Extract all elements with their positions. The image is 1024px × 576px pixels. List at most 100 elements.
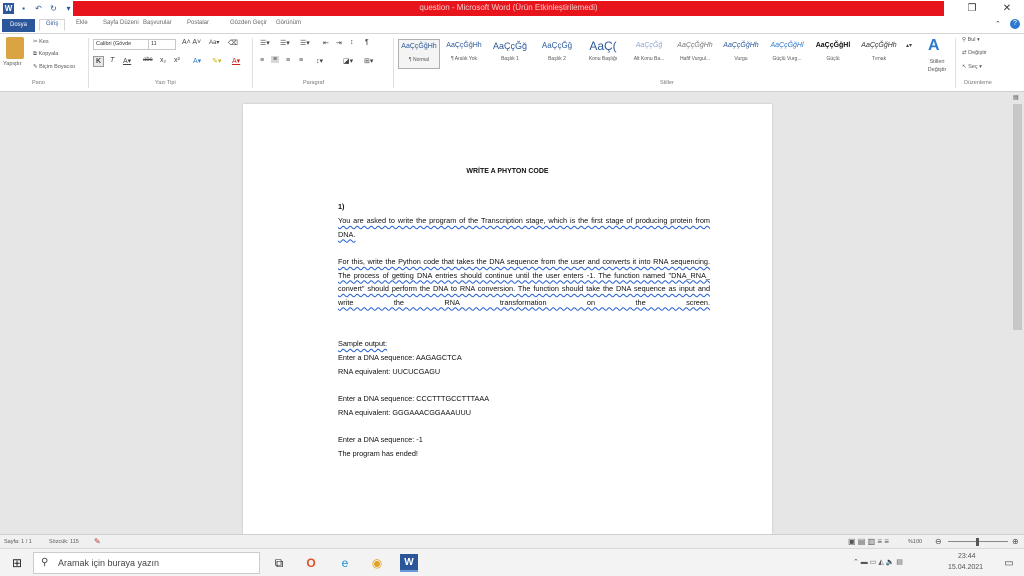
scrollbar-thumb[interactable]	[1013, 104, 1022, 330]
ruler-toggle-icon[interactable]: ▤	[1013, 94, 1019, 101]
notifications-icon[interactable]: ▭	[1000, 554, 1018, 572]
tab-review[interactable]: Gözden Geçir	[230, 20, 267, 32]
help-icon[interactable]: ?	[1010, 19, 1020, 29]
taskbar: ⊞ ⚲ Aramak için buraya yazın ⧉ O e ◉ W ⌃…	[0, 548, 1024, 576]
style-normal[interactable]: AaÇçĞğHh ¶ Normal	[398, 39, 440, 69]
chrome-icon[interactable]: ◉	[368, 554, 386, 572]
sort-icon[interactable]: ↕	[350, 39, 354, 46]
tab-file[interactable]: Dosya	[2, 19, 35, 32]
system-tray-icons[interactable]: ⌃ ▬ ▭ ◭ 🔈 ▤	[853, 558, 903, 566]
tab-references[interactable]: Başvurular	[143, 20, 172, 32]
clock-date[interactable]: 15.04.2021	[948, 564, 983, 571]
line-spacing-icon[interactable]: ↕▾	[316, 57, 323, 65]
superscript-icon[interactable]: x²	[174, 57, 180, 64]
view-buttons[interactable]: ▣ ▤ ▥ ≡ ≡	[848, 537, 889, 546]
style-quote[interactable]: AaÇçĞğHh Tırnak	[858, 39, 900, 69]
group-separator	[393, 38, 394, 88]
cut-button[interactable]: ✂ Kes	[33, 39, 49, 45]
style-emphasis[interactable]: AaÇçĞğHh Vurgu	[720, 39, 762, 69]
zoom-level[interactable]: %100	[908, 539, 922, 545]
office-icon[interactable]: O	[302, 554, 320, 572]
clear-format-icon[interactable]: ⌫	[228, 39, 238, 47]
minimize-ribbon-icon[interactable]: ⌃	[995, 20, 1001, 28]
quick-access-toolbar: W ▪ ↶ ↻ ▾	[3, 2, 74, 15]
edge-icon[interactable]: e	[336, 554, 354, 572]
windows-start-icon[interactable]: ⊞	[8, 554, 26, 572]
borders-icon[interactable]: ⊞▾	[364, 57, 373, 65]
copy-button[interactable]: ⧉ Kopyala	[33, 51, 58, 58]
close-button[interactable]: ✕	[992, 0, 1022, 17]
bullets-icon[interactable]: ☰▾	[260, 39, 270, 47]
decrease-indent-icon[interactable]: ⇤	[323, 39, 329, 47]
zoom-slider-thumb[interactable]	[976, 538, 979, 546]
subscript-icon[interactable]: x₂	[160, 57, 166, 64]
change-case-icon[interactable]: Aa▾	[209, 39, 219, 46]
highlight-icon[interactable]: ✎▾	[212, 57, 221, 65]
restore-button[interactable]: ❐	[957, 0, 987, 17]
document-page[interactable]: WRİTE A PHYTON CODE 1) You are asked to …	[243, 104, 772, 534]
numbering-icon[interactable]: ☰▾	[280, 39, 290, 47]
sample-line-4: RNA equivalent: GGGAAACGGAAAUUU	[338, 408, 472, 417]
paste-icon[interactable]	[6, 37, 24, 59]
font-color-icon[interactable]: A▾	[232, 57, 240, 65]
align-center-icon[interactable]: ≡	[286, 57, 290, 64]
pilcrow-icon[interactable]: ¶	[365, 39, 369, 46]
find-button[interactable]: ⚲ Bul ▾	[962, 37, 980, 43]
bold-icon[interactable]: K	[93, 56, 104, 67]
font-size-select[interactable]: 11	[148, 39, 176, 50]
grow-font-icon[interactable]: A˄ A˅	[182, 39, 201, 46]
style-intense-emphasis[interactable]: AaÇçĞğHl Güçlü Vurg...	[766, 39, 808, 69]
align-justify-icon[interactable]: ≡	[271, 56, 280, 63]
underline-icon[interactable]: A▾	[123, 57, 131, 65]
style-subtle-emphasis[interactable]: AaÇçĞğHh Hafif Vurgul...	[674, 39, 716, 69]
replace-button[interactable]: ⇄ Değiştir	[962, 50, 987, 56]
task-view-icon[interactable]: ⧉	[270, 554, 288, 572]
style-title[interactable]: AaÇ(Konu Başlığı	[582, 39, 624, 69]
align-right-icon[interactable]: ≡	[299, 57, 303, 64]
change-styles-button[interactable]: Stilleri Değiştir	[926, 58, 948, 74]
page-count[interactable]: Sayfa: 1 / 1	[4, 539, 32, 545]
align-left-icon[interactable]: ≡	[260, 57, 264, 64]
multilevel-list-icon[interactable]: ☰▾	[300, 39, 310, 47]
save-icon[interactable]: ▪	[18, 3, 29, 14]
clock-time[interactable]: 23:44	[958, 553, 976, 560]
zoom-in-icon[interactable]: ⊕	[1012, 537, 1019, 546]
tab-page-layout[interactable]: Sayfa Düzeni	[103, 20, 139, 32]
strikethrough-icon[interactable]: abc	[143, 57, 153, 63]
text-effects-icon[interactable]: A▾	[193, 57, 201, 65]
proofing-icon[interactable]: ✎	[94, 537, 101, 546]
italic-icon[interactable]: T	[110, 57, 114, 64]
window-title: question - Microsoft Word (Ürün Etkinleş…	[419, 3, 598, 12]
tab-view[interactable]: Görünüm	[276, 20, 301, 32]
document-title: WRİTE A PHYTON CODE	[466, 168, 549, 175]
title-bar: W ▪ ↶ ↻ ▾ question - Microsoft Word (Ürü…	[0, 0, 1024, 17]
word-count[interactable]: Sözcük: 115	[49, 539, 79, 545]
style-heading-1[interactable]: AaÇçĞğ Başlık 1	[489, 39, 531, 69]
change-styles-icon[interactable]: A	[928, 37, 940, 55]
sample-line-1: Enter a DNA sequence: AAGAGCTCA	[338, 353, 462, 362]
increase-indent-icon[interactable]: ⇥	[336, 39, 342, 47]
tab-home[interactable]: Giriş	[39, 19, 66, 31]
styles-scroll-icon[interactable]: ▴▾	[906, 42, 912, 49]
sample-output-label: Sample output:	[338, 339, 388, 348]
zoom-out-icon[interactable]: ⊖	[935, 537, 942, 546]
paragraph-intro: You are asked to write the program of th…	[338, 216, 710, 239]
undo-icon[interactable]: ↶	[33, 3, 44, 14]
taskbar-search-input[interactable]: ⚲ Aramak için buraya yazın	[33, 552, 260, 574]
restore-icon: ❐	[967, 3, 977, 14]
tab-insert[interactable]: Ekle	[76, 20, 88, 32]
style-strong[interactable]: AaÇçĞğHl Güçlü	[812, 39, 854, 69]
paste-label[interactable]: Yapıştır	[3, 61, 22, 67]
redo-icon[interactable]: ↻	[48, 3, 59, 14]
close-icon: ✕	[1002, 3, 1012, 14]
shading-icon[interactable]: ◪▾	[343, 57, 353, 65]
group-separator	[88, 38, 89, 88]
ribbon: Yapıştır ✂ Kes ⧉ Kopyala ✎ Biçim Boyacıs…	[0, 34, 1024, 92]
tab-mailings[interactable]: Postalar	[187, 20, 209, 32]
select-button[interactable]: ↖ Seç ▾	[962, 64, 982, 70]
style-heading-2[interactable]: AaÇçĞğ Başlık 2	[536, 39, 578, 69]
style-no-spacing[interactable]: AaÇçĞğHh ¶ Aralık Yok	[443, 39, 485, 69]
word-taskbar-icon[interactable]: W	[400, 554, 418, 572]
style-subtitle[interactable]: AaÇçĞğ Alt Konu Ba...	[628, 39, 670, 69]
format-painter-button[interactable]: ✎ Biçim Boyacısı	[33, 64, 75, 70]
